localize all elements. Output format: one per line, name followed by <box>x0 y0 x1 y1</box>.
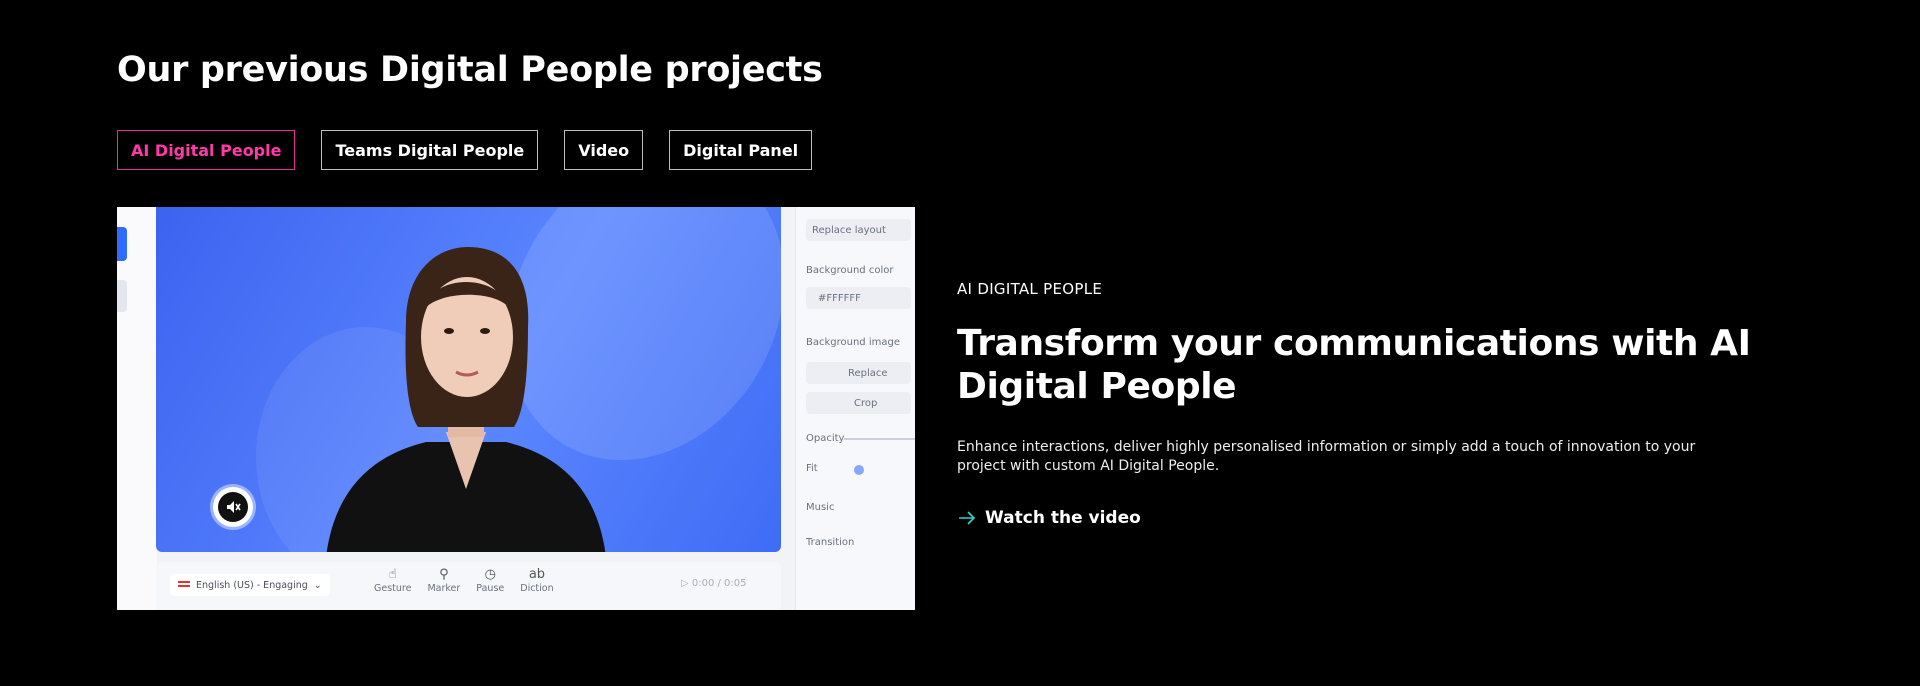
fit-label: Fit <box>806 463 818 474</box>
watch-video-label: Watch the video <box>985 508 1141 528</box>
editor-bottom-bar: English (US) - Engaging ⌄ ☝ Gesture ⚲ Mark… <box>156 562 781 610</box>
avatar-stage <box>156 207 781 552</box>
gesture-tool: ☝ Gesture <box>374 567 411 594</box>
music-label: Music <box>806 502 835 513</box>
section-title: Our previous Digital People projects <box>117 50 823 90</box>
marker-tool: ⚲ Marker <box>427 567 460 594</box>
tab-teams-digital-people[interactable]: Teams Digital People <box>321 130 539 170</box>
mute-button[interactable] <box>213 487 253 527</box>
pause-tool-label: Pause <box>476 583 505 594</box>
playback-time-value: 0:00 / 0:05 <box>691 578 747 589</box>
watch-video-link[interactable]: Watch the video <box>957 508 1141 528</box>
arrow-right-icon <box>959 511 976 525</box>
diction-tool-label: Diction <box>520 583 554 594</box>
play-icon: ▷ <box>681 578 692 589</box>
tab-digital-panel[interactable]: Digital Panel <box>669 130 813 170</box>
language-select: English (US) - Engaging ⌄ <box>170 574 330 596</box>
speaker-muted-icon <box>218 492 248 522</box>
chevron-down-icon: ⌄ <box>313 579 322 591</box>
replace-layout-label: Replace layout <box>812 225 886 236</box>
feature-heading: Transform your communications with AI Di… <box>957 323 1751 407</box>
fit-toggle <box>854 465 864 475</box>
opacity-label: Opacity <box>806 433 845 444</box>
marker-tool-label: Marker <box>427 583 461 594</box>
clock-icon: ◷ <box>484 567 496 582</box>
tab-video[interactable]: Video <box>564 130 644 170</box>
feature-description-text: Enhance interactions, deliver highly per… <box>957 439 1696 474</box>
diction-tool: ab Diction <box>520 567 553 594</box>
background-color-label: Background color <box>806 265 894 276</box>
transition-label: Transition <box>806 537 855 548</box>
pause-tool: ◷ Pause <box>476 567 504 594</box>
video-preview[interactable]: Replace layout Background color #FFFFFF … <box>117 207 915 610</box>
opacity-slider <box>844 438 915 440</box>
language-select-value: English (US) - Engaging <box>196 579 308 591</box>
playback-time: ▷ 0:00 / 0:05 <box>681 578 747 589</box>
marker-icon: ⚲ <box>439 567 449 582</box>
diction-icon: ab <box>528 567 546 582</box>
hand-icon: ☝ <box>388 567 397 582</box>
project-tabs: AI Digital People Teams Digital People V… <box>117 130 813 170</box>
rail-active-button <box>117 227 127 261</box>
editor-left-rail <box>117 207 157 610</box>
feature-eyebrow: AI DIGITAL PEOPLE <box>957 280 1103 298</box>
editor-tools: ☝ Gesture ⚲ Marker ◷ Pause ab Diction <box>374 567 554 594</box>
crop-image-label: Crop <box>854 398 878 409</box>
editor-side-panel: Replace layout Background color #FFFFFF … <box>795 207 915 610</box>
background-image-label: Background image <box>806 337 900 348</box>
background-color-value: #FFFFFF <box>818 293 861 304</box>
gesture-tool-label: Gesture <box>374 583 412 594</box>
digital-person-avatar <box>326 247 606 552</box>
replace-image-label: Replace <box>848 368 888 379</box>
tab-ai-digital-people[interactable]: AI Digital People <box>117 130 296 170</box>
us-flag-icon <box>178 581 190 589</box>
rail-button <box>117 280 127 312</box>
